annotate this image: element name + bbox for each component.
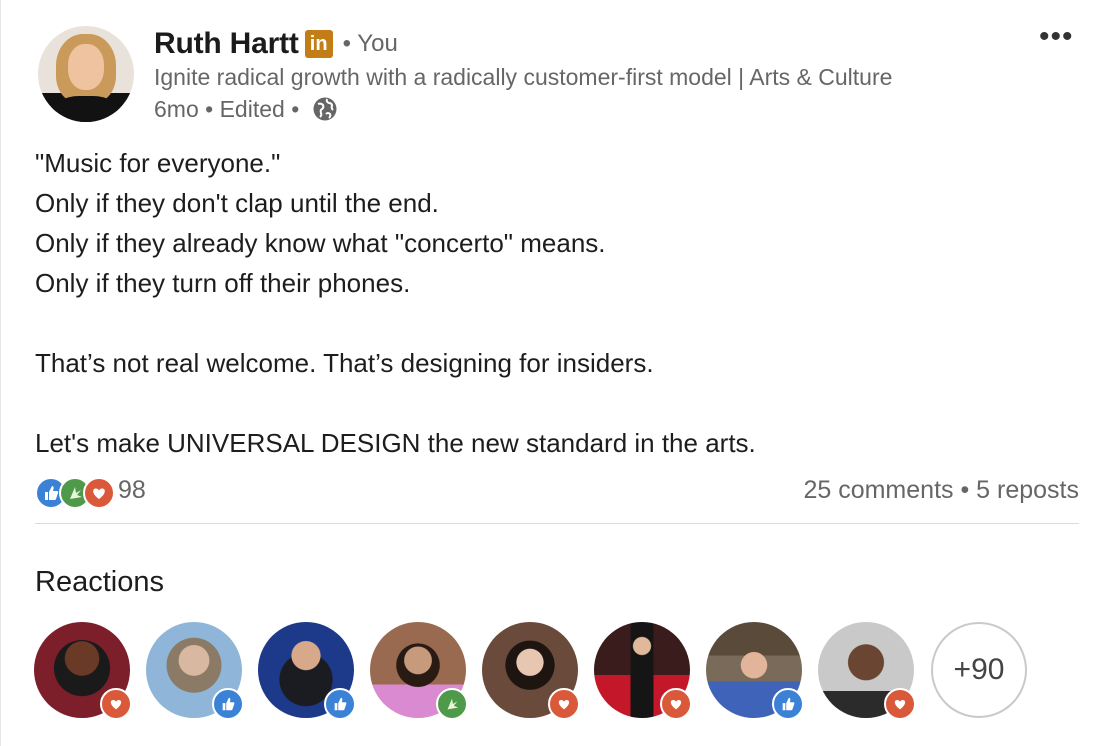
- divider: [35, 523, 1079, 524]
- post-time: 6mo: [154, 95, 199, 122]
- edited-label: Edited: [219, 95, 285, 122]
- author-name[interactable]: Ruth Hartt: [154, 27, 299, 61]
- post-line: [35, 383, 1075, 423]
- author-headline: Ignite radical growth with a radically c…: [154, 64, 893, 90]
- heart-icon: [548, 688, 580, 720]
- meta-separator: •: [284, 95, 306, 122]
- heart-icon: [884, 688, 916, 720]
- reaction-count[interactable]: 98: [118, 476, 146, 505]
- reactor-avatar[interactable]: [370, 622, 468, 720]
- reactor-avatar[interactable]: [706, 622, 804, 720]
- like-icon: [772, 688, 804, 720]
- post-line: That’s not real welcome. That’s designin…: [35, 348, 654, 378]
- post-meta: 6mo • Edited •: [154, 94, 338, 124]
- comments-reposts-count[interactable]: 25 comments • 5 reposts: [803, 476, 1079, 505]
- reaction-summary[interactable]: [35, 477, 115, 509]
- like-icon: [212, 688, 244, 720]
- linkedin-premium-icon: in: [304, 30, 333, 58]
- author-line: Ruth Hartt in • You: [154, 26, 398, 62]
- post-line: Let's make UNIVERSAL DESIGN the new stan…: [35, 428, 756, 458]
- reactor-avatar[interactable]: [34, 622, 132, 720]
- post-line: "Music for everyone.": [35, 148, 281, 178]
- reactor-avatar[interactable]: [258, 622, 356, 720]
- reactor-avatar[interactable]: [482, 622, 580, 720]
- post-line: Only if they don't clap until the end.: [35, 188, 439, 218]
- reactor-avatar[interactable]: [594, 622, 692, 720]
- heart-icon: [83, 477, 115, 509]
- author-relation: • You: [342, 30, 398, 57]
- author-avatar[interactable]: [38, 26, 134, 122]
- post-line: [35, 303, 1075, 343]
- more-options-button[interactable]: •••: [1039, 22, 1074, 52]
- globe-icon: [313, 97, 337, 121]
- reactor-avatar[interactable]: [818, 622, 916, 720]
- more-reactors-button[interactable]: +90: [931, 622, 1027, 718]
- heart-icon: [100, 688, 132, 720]
- heart-icon: [660, 688, 692, 720]
- like-icon: [324, 688, 356, 720]
- reactor-avatar[interactable]: [146, 622, 244, 720]
- feed-post: Ruth Hartt in • You Ignite radical growt…: [0, 0, 1110, 746]
- post-line: Only if they turn off their phones.: [35, 268, 411, 298]
- meta-separator: •: [198, 95, 220, 122]
- post-line: Only if they already know what "concerto…: [35, 228, 606, 258]
- post-body: "Music for everyone." Only if they don't…: [35, 143, 1075, 463]
- social-counts: 98 25 comments • 5 reposts: [35, 474, 1079, 514]
- celebrate-icon: [436, 688, 468, 720]
- reactions-heading: Reactions: [35, 566, 164, 598]
